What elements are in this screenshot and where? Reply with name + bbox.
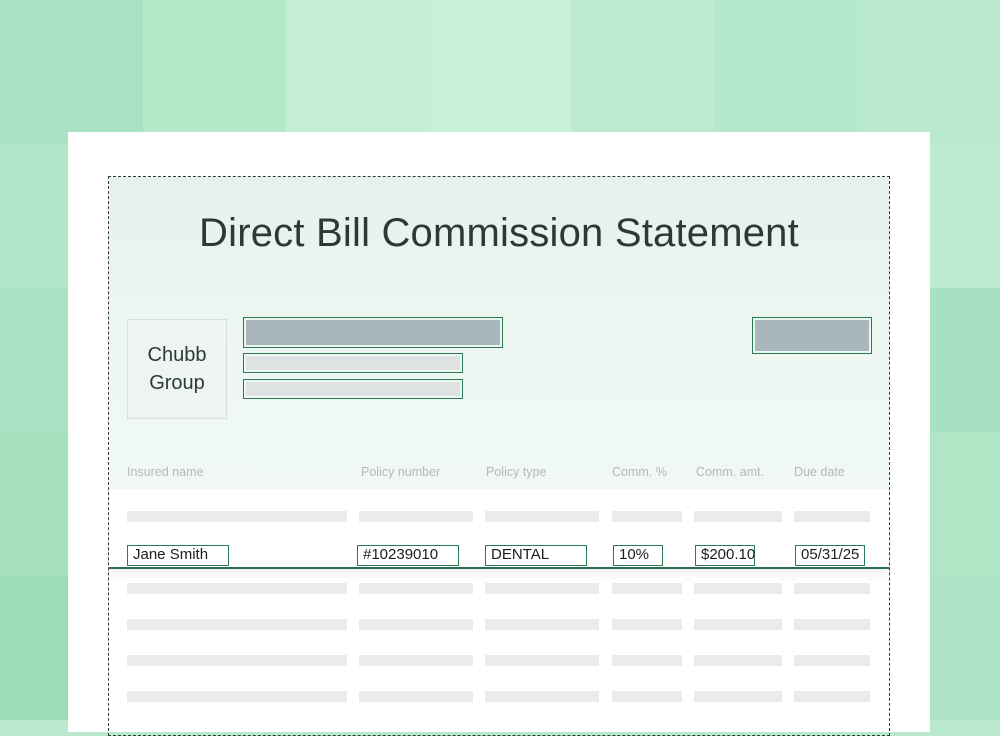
placeholder-row-cell	[485, 511, 599, 522]
placeholder-row-cell	[694, 583, 782, 594]
selected-table-row[interactable]: Jane Smith #10239010 DENTAL 10% $200.10 …	[109, 533, 889, 569]
placeholder-row-cell	[612, 511, 682, 522]
placeholder-row-cell	[694, 511, 782, 522]
background-tile	[285, 0, 429, 144]
placeholder-row-cell	[794, 691, 870, 702]
placeholder-row-cell	[127, 511, 347, 522]
placeholder-row-cell	[359, 583, 473, 594]
redacted-statement-id[interactable]	[752, 317, 872, 354]
col-header-due-date: Due date	[794, 465, 845, 479]
placeholder-row-cell	[794, 583, 870, 594]
background-tile	[428, 0, 572, 144]
placeholder-row-cell	[612, 655, 682, 666]
document-title: Direct Bill Commission Statement	[199, 211, 799, 255]
placeholder-row-cell	[485, 619, 599, 630]
placeholder-row-cell	[794, 511, 870, 522]
background-tile	[714, 0, 858, 144]
placeholder-row-cell	[694, 655, 782, 666]
col-header-comm-amt: Comm. amt.	[696, 465, 765, 479]
selection-frame: Direct Bill Commission Statement Chubb G…	[108, 176, 890, 736]
placeholder-row-cell	[485, 691, 599, 702]
placeholder-row-cell	[359, 691, 473, 702]
placeholder-row-cell	[127, 691, 347, 702]
placeholder-row-cell	[694, 691, 782, 702]
cell-comm-amt[interactable]: $200.10	[695, 545, 755, 566]
redacted-address-line2[interactable]	[243, 379, 463, 399]
placeholder-row-cell	[794, 655, 870, 666]
placeholder-row-cell	[612, 583, 682, 594]
statement-document: Direct Bill Commission Statement Chubb G…	[68, 132, 930, 736]
company-logo: Chubb Group	[127, 319, 227, 419]
placeholder-row-cell	[612, 691, 682, 702]
background-tile	[571, 0, 715, 144]
redacted-company-name[interactable]	[243, 317, 503, 348]
cell-insured-name[interactable]: Jane Smith	[127, 545, 229, 566]
col-header-insured-name: Insured name	[127, 465, 204, 479]
placeholder-row-cell	[485, 655, 599, 666]
cell-policy-number[interactable]: #10239010	[357, 545, 459, 566]
cell-policy-type[interactable]: DENTAL	[485, 545, 587, 566]
background-tile	[857, 0, 1000, 144]
logo-text-line1: Chubb	[147, 344, 207, 366]
placeholder-row-cell	[612, 619, 682, 630]
col-header-policy-type: Policy type	[486, 465, 547, 479]
cell-due-date[interactable]: 05/31/25	[795, 545, 865, 566]
placeholder-row-cell	[359, 619, 473, 630]
cell-comm-pct[interactable]: 10%	[613, 545, 663, 566]
placeholder-row-cell	[127, 655, 347, 666]
background-tile	[142, 0, 286, 144]
col-header-policy-number: Policy number	[361, 465, 441, 479]
background-tile	[0, 0, 143, 144]
logo-text-line2: Group	[149, 372, 205, 394]
placeholder-row-cell	[794, 619, 870, 630]
col-header-comm-pct: Comm. %	[612, 465, 667, 479]
placeholder-row-cell	[127, 583, 347, 594]
placeholder-row-cell	[694, 619, 782, 630]
placeholder-row-cell	[127, 619, 347, 630]
placeholder-row-cell	[359, 655, 473, 666]
placeholder-row-cell	[359, 511, 473, 522]
redacted-address-line1[interactable]	[243, 353, 463, 373]
placeholder-row-cell	[485, 583, 599, 594]
